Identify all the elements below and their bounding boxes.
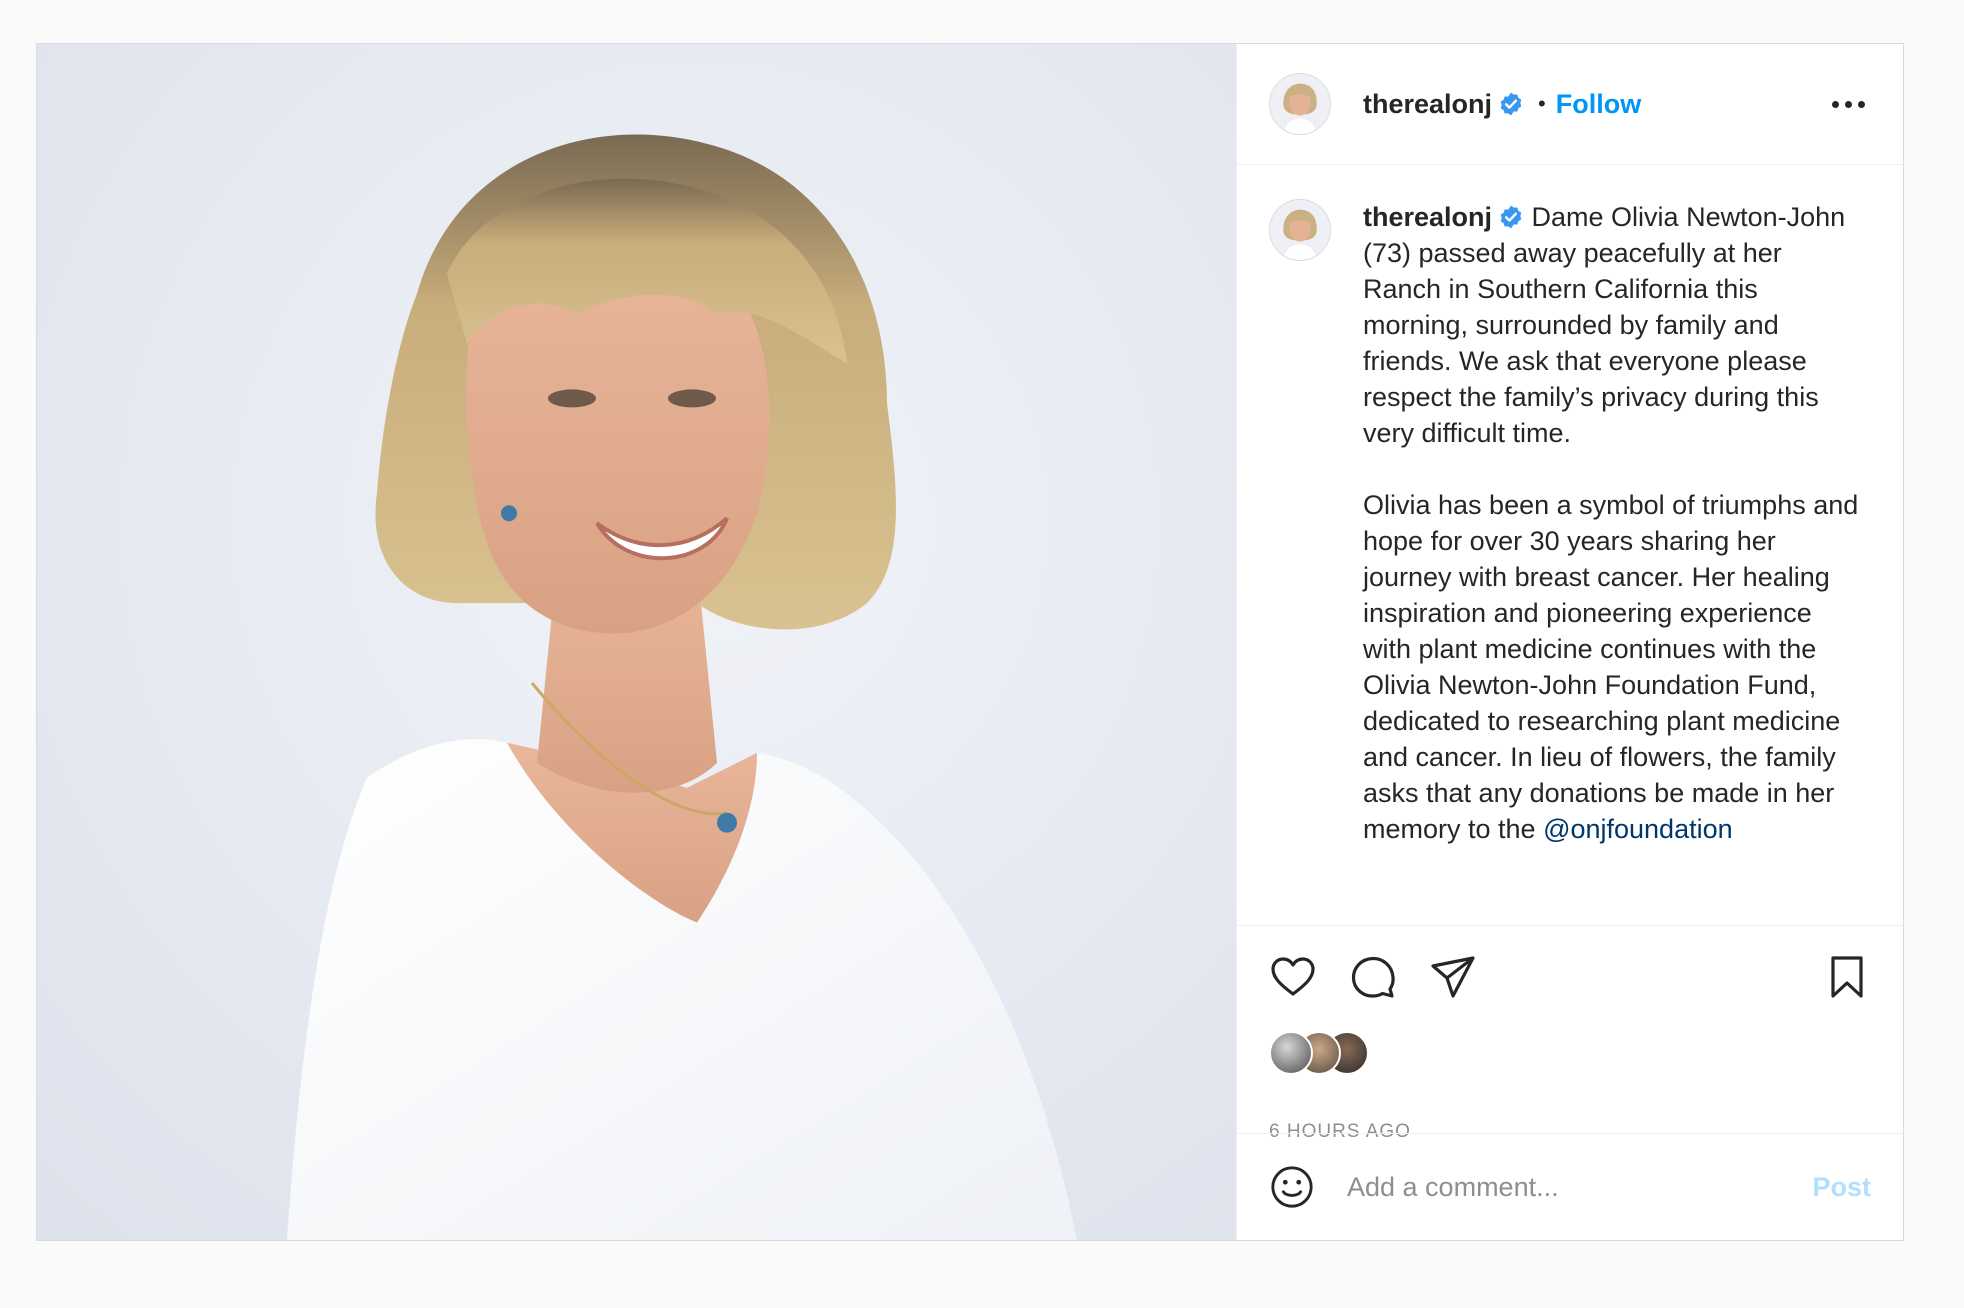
author-username[interactable]: therealonj	[1363, 89, 1492, 120]
heart-icon[interactable]	[1269, 953, 1317, 1001]
post-comment-button[interactable]: Post	[1812, 1172, 1871, 1203]
verified-badge-icon	[1500, 92, 1522, 116]
caption-scroll-area[interactable]: therealonj Dame Olivia Newton-John (73) …	[1237, 165, 1903, 926]
post-side-panel: therealonj • Follow therealonj Dame Oliv…	[1237, 44, 1903, 1240]
portrait-image	[37, 44, 1236, 1240]
action-bar	[1269, 949, 1871, 1005]
comment-bubble-icon[interactable]	[1349, 953, 1397, 1001]
caption-username[interactable]: therealonj	[1363, 202, 1492, 232]
author-avatar[interactable]	[1269, 73, 1331, 135]
verified-badge-icon	[1500, 205, 1522, 229]
follow-button[interactable]: Follow	[1556, 89, 1641, 120]
post-header: therealonj • Follow	[1237, 44, 1903, 165]
caption-avatar[interactable]	[1269, 199, 1331, 261]
comment-input[interactable]	[1345, 1170, 1813, 1204]
caption-text: therealonj Dame Olivia Newton-John (73) …	[1363, 199, 1859, 847]
caption-paragraph-2: Olivia has been a symbol of triumphs and…	[1363, 490, 1866, 844]
bookmark-icon[interactable]	[1823, 953, 1871, 1001]
avatar-image	[1270, 74, 1330, 134]
smiley-icon[interactable]	[1269, 1164, 1315, 1210]
post-photo[interactable]	[37, 44, 1237, 1240]
more-options-icon[interactable]	[1832, 100, 1865, 108]
header-separator: •	[1538, 91, 1546, 116]
avatar-image	[1270, 200, 1330, 260]
comment-bar: Post	[1237, 1133, 1903, 1240]
caption-row: therealonj Dame Olivia Newton-John (73) …	[1237, 165, 1903, 847]
paper-plane-icon[interactable]	[1429, 953, 1477, 1001]
liker-avatar	[1269, 1031, 1313, 1075]
mention-link[interactable]: @onjfoundation	[1543, 814, 1733, 844]
liked-by-avatars[interactable]	[1269, 1031, 1379, 1075]
caption-paragraph-1: Dame Olivia Newton-John (73) passed away…	[1363, 202, 1853, 448]
instagram-post: therealonj • Follow therealonj Dame Oliv…	[36, 43, 1904, 1241]
